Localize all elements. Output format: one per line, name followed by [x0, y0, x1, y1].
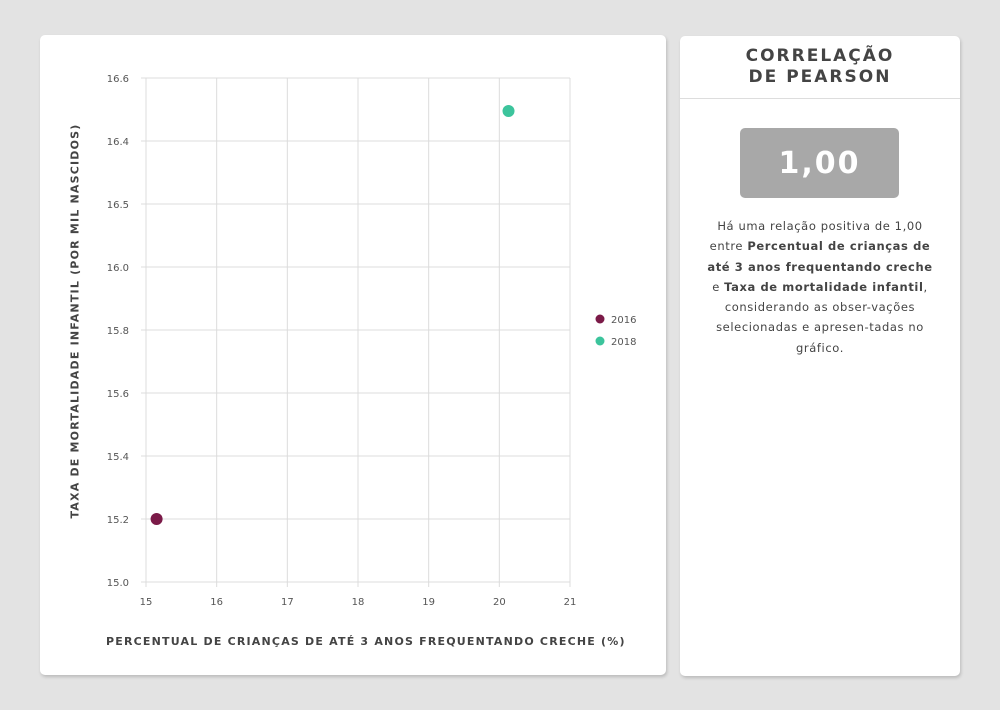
data-point-2016[interactable]	[150, 513, 163, 525]
x-tick-label: 19	[422, 597, 435, 608]
y-tick-label: 16.6	[107, 74, 129, 85]
legend-label-2016: 2016	[611, 315, 636, 326]
chart-card: 15 16 17 18 19 20 21 16.6 16.4 16.5 16.0 15.8 15.6 15…	[40, 35, 666, 675]
scatter-plot: 15 16 17 18 19 20 21 16.6 16.4 16.5 16.0 15.8 15.6 15…	[107, 74, 637, 608]
correlation-description: Há uma relação positiva de 1,00 entre Pe…	[704, 216, 936, 358]
x-tick-label: 17	[281, 597, 294, 608]
x-tick-label: 18	[352, 597, 365, 608]
y-tick-label: 15.4	[107, 452, 129, 463]
y-tick-label: 15.6	[107, 389, 129, 400]
x-tick-label: 15	[140, 597, 153, 608]
x-tick-label: 21	[564, 597, 577, 608]
x-tick-label: 16	[210, 597, 223, 608]
y-tick-label: 15.2	[107, 515, 129, 526]
x-tick-label: 20	[493, 597, 506, 608]
y-tick-label: 16.4	[107, 137, 129, 148]
panel-title-line-1: CORRELAÇÃO	[745, 46, 895, 66]
y-tick-label: 16.5	[107, 200, 129, 211]
legend-label-2018: 2018	[611, 337, 636, 348]
desc-variable-2: Taxa de mortalidade infantil	[724, 279, 924, 294]
y-tick-label: 15.8	[107, 326, 129, 337]
legend-marker-2018	[595, 336, 605, 346]
x-axis-title: PERCENTUAL DE CRIANÇAS DE ATÉ 3 ANOS FRE…	[106, 635, 626, 648]
y-axis-title: TAXA DE MORTALIDADE INFANTIL (POR MIL NA…	[68, 123, 82, 519]
legend-marker-2016	[595, 314, 605, 324]
correlation-value: 1,00	[740, 128, 899, 198]
y-tick-label: 16.0	[107, 263, 129, 274]
pearson-panel: CORRELAÇÃO DE PEARSON 1,00 Há uma relaçã…	[680, 36, 960, 676]
panel-title: CORRELAÇÃO DE PEARSON	[680, 36, 960, 99]
desc-text-2: e	[712, 279, 725, 294]
panel-title-line-2: DE PEARSON	[748, 67, 892, 87]
data-point-2018[interactable]	[502, 105, 515, 117]
y-tick-label: 15.0	[107, 578, 129, 589]
